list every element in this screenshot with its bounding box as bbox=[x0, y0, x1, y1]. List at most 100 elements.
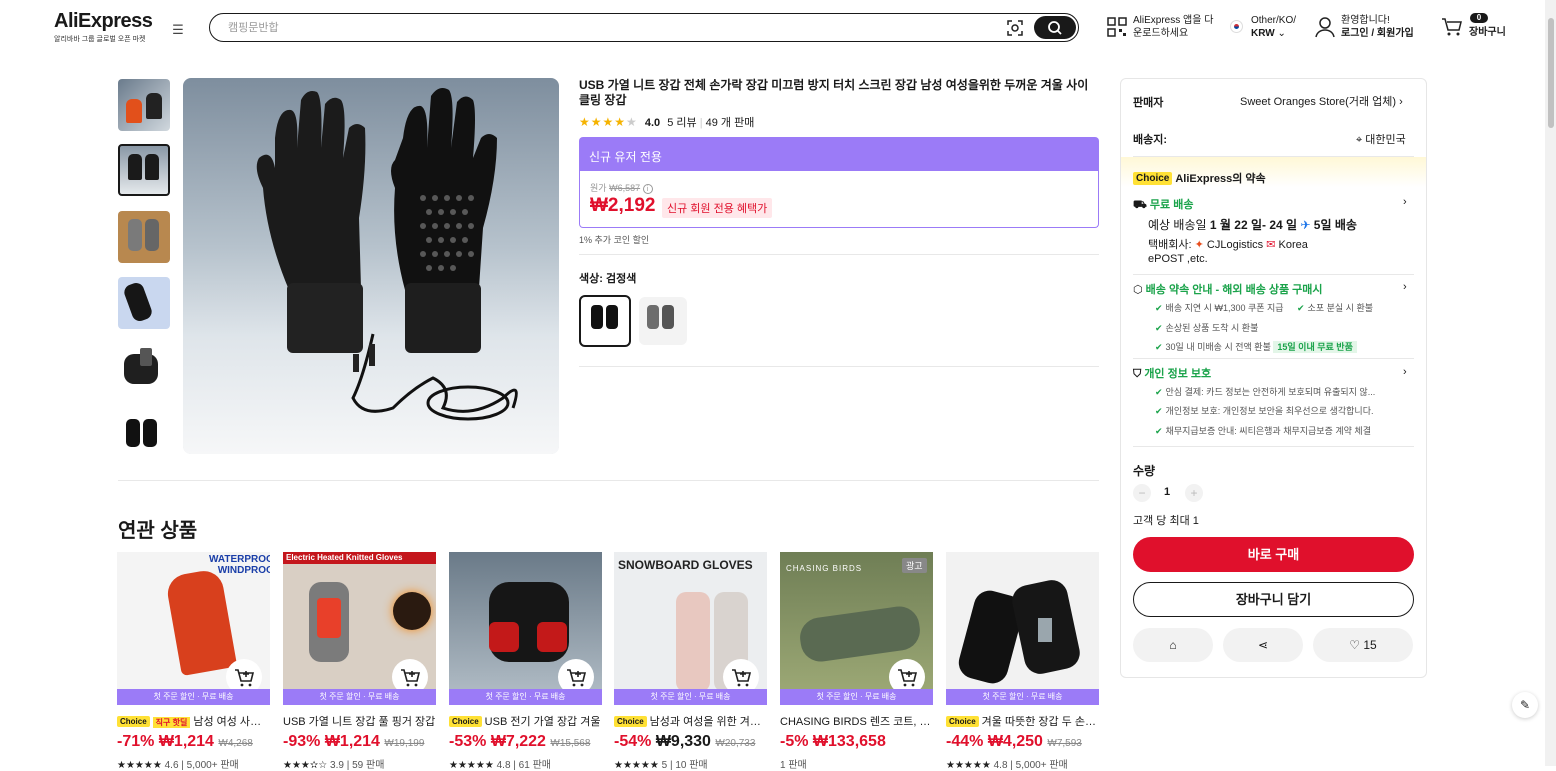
product-price: -44% ₩4,250 ₩7,593 bbox=[946, 733, 1082, 750]
star-rating-icon: ★★★★★ bbox=[579, 115, 638, 129]
product-rating: ★★★★★ 5 | 10 판매 bbox=[614, 760, 708, 771]
divider bbox=[1133, 358, 1414, 359]
ad-badge: 광고 bbox=[902, 558, 927, 573]
related-product-card[interactable]: 첫 주문 할인 · 무료 배송 Choice 겨울 따뜻한 장갑 두 손가락 -4… bbox=[946, 552, 1099, 771]
region-selector[interactable]: Other/KO/ KRW ⌄ bbox=[1251, 14, 1296, 40]
aliexpress-logo[interactable]: AliExpress bbox=[54, 10, 153, 33]
quantity-value[interactable]: 1 bbox=[1164, 486, 1170, 498]
check-icon: ✔ bbox=[1155, 342, 1163, 352]
first-order-band: 첫 주문 할인 · 무료 배송 bbox=[117, 689, 270, 705]
rating-row[interactable]: ★★★★★ 4.0 5 리뷰 | 49 개 판매 bbox=[579, 114, 754, 130]
search-button[interactable] bbox=[1034, 16, 1076, 39]
product-rating: ★★★★★ 4.8 | 5,000+ 판매 bbox=[946, 760, 1068, 771]
product-title: USB 가열 니트 장갑 전체 손가락 장갑 미끄럼 방지 터치 스크린 장갑 … bbox=[579, 78, 1089, 107]
thumbnail-3[interactable] bbox=[118, 211, 170, 263]
info-icon[interactable]: i bbox=[642, 184, 653, 194]
delivery-estimate: 예상 배송일 1 월 22 일- 24 일 ✈ 5일 배송 bbox=[1148, 218, 1357, 232]
search-icon bbox=[1048, 21, 1062, 35]
product-title: Choice USB 전기 가열 장갑 겨울 bbox=[449, 713, 602, 729]
qr-code-icon[interactable] bbox=[1107, 17, 1127, 37]
share-button[interactable]: ⋖ bbox=[1223, 628, 1303, 662]
divider bbox=[1133, 446, 1414, 447]
cart-icon[interactable] bbox=[1441, 17, 1463, 37]
location-pin-icon: ⌖ bbox=[1356, 134, 1363, 146]
related-product-card[interactable]: WATERPROOF WINDPROOF 첫 주문 할인 · 무료 배송 Cho… bbox=[117, 552, 270, 771]
divider bbox=[118, 480, 1099, 481]
divider bbox=[1133, 274, 1414, 275]
thumbnail-6[interactable] bbox=[118, 409, 170, 461]
color-option-gray[interactable] bbox=[639, 297, 687, 345]
cart-count-badge: 0 bbox=[1470, 13, 1488, 23]
plane-icon: ✈ bbox=[1300, 218, 1311, 232]
new-user-banner: 신규 유저 전용 bbox=[579, 137, 1099, 171]
seller-link[interactable]: Sweet Oranges Store(거래 업체) › bbox=[1240, 93, 1403, 109]
cart-label[interactable]: 장바구니 bbox=[1469, 26, 1506, 39]
promise-title: AliExpress의 약속 bbox=[1175, 173, 1266, 185]
check-icon: ✔ bbox=[1297, 303, 1305, 313]
menu-icon[interactable]: ☰ bbox=[170, 22, 186, 38]
divider bbox=[579, 366, 1099, 367]
choice-badge: Choice bbox=[1133, 172, 1173, 185]
color-label: 색상: 검정색 bbox=[579, 273, 637, 285]
edit-icon[interactable]: ✎ bbox=[1512, 692, 1538, 718]
chevron-right-icon[interactable]: › bbox=[1403, 366, 1407, 378]
product-rating: ★★★✫☆ 3.9 | 59 판매 bbox=[283, 760, 385, 771]
product-price: -54% ₩9,330 ₩20,733 bbox=[614, 733, 756, 750]
related-product-card[interactable]: Electric Heated Knitted Gloves 첫 주문 할인 ·… bbox=[283, 552, 436, 771]
korea-post-logo-icon: ✉ bbox=[1266, 239, 1276, 251]
thumbnail-1[interactable] bbox=[118, 79, 170, 131]
check-icon: ✔ bbox=[1155, 303, 1163, 313]
color-option-black[interactable] bbox=[579, 295, 631, 347]
related-products-title: 연관 상품 bbox=[118, 520, 198, 542]
promo-tag: 신규 회원 전용 혜택가 bbox=[662, 198, 773, 218]
chevron-right-icon[interactable]: › bbox=[1403, 281, 1407, 293]
shield-icon: ⛉ bbox=[1133, 368, 1142, 380]
related-product-card[interactable]: CHASING BIRDS 광고 첫 주문 할인 · 무료 배송 CHASING… bbox=[780, 552, 933, 771]
first-order-band: 첫 주문 할인 · 무료 배송 bbox=[449, 689, 602, 705]
user-icon[interactable] bbox=[1315, 16, 1335, 38]
chevron-right-icon[interactable]: › bbox=[1403, 196, 1407, 208]
buy-now-button[interactable]: 바로 구매 bbox=[1133, 537, 1414, 572]
product-price: -71% ₩1,214 ₩4,268 bbox=[117, 733, 253, 750]
privacy-row[interactable]: ⛉ 개인 정보 보호 bbox=[1133, 365, 1211, 381]
thumbnail-5[interactable] bbox=[118, 344, 170, 396]
quantity-limit: 고객 당 최대 1 bbox=[1133, 515, 1199, 527]
truck-icon: ⛟ bbox=[1133, 199, 1147, 211]
wishlist-button[interactable]: ♡ 15 bbox=[1313, 628, 1413, 662]
thumbnail-4[interactable] bbox=[118, 277, 170, 329]
related-product-card[interactable]: 첫 주문 할인 · 무료 배송 Choice USB 전기 가열 장갑 겨울 -5… bbox=[449, 552, 602, 771]
divider bbox=[579, 254, 1099, 255]
share-icon: ⋖ bbox=[1257, 638, 1269, 652]
price-box: 원가 ₩6,587 i ₩2,192 신규 회원 전용 혜택가 bbox=[579, 171, 1099, 228]
main-product-image[interactable] bbox=[183, 78, 559, 454]
check-icon: ✔ bbox=[1155, 387, 1163, 397]
add-to-cart-button[interactable]: 장바구니 담기 bbox=[1133, 582, 1414, 617]
search-input[interactable] bbox=[228, 19, 988, 37]
store-icon: ⌂ bbox=[1169, 638, 1177, 652]
logo-subtitle: 알리바바 그룹 글로벌 오픈 마켓 bbox=[54, 36, 146, 43]
product-title: Choice 겨울 따뜻한 장갑 두 손가락 bbox=[946, 713, 1099, 729]
coin-discount: 1% 추가 코인 할인 bbox=[579, 235, 650, 245]
quantity-increase-button[interactable]: + bbox=[1185, 484, 1203, 502]
carrier-info-etc: ePOST ,etc. bbox=[1148, 253, 1208, 265]
login-link[interactable]: 환영합니다! 로그인 / 회원가입 bbox=[1341, 14, 1414, 40]
thumbnail-2-selected[interactable] bbox=[118, 144, 170, 196]
scrollbar-thumb[interactable] bbox=[1548, 18, 1554, 128]
cj-logo-icon: ✦ bbox=[1194, 239, 1204, 251]
app-download-link[interactable]: AliExpress 앱을 다 운로드하세요 bbox=[1133, 14, 1213, 40]
gloves-illustration bbox=[256, 88, 518, 421]
product-rating: 1 판매 bbox=[780, 760, 807, 771]
ship-to-label: 배송지: bbox=[1133, 134, 1168, 146]
ship-to-value[interactable]: ⌖ 대한민국 bbox=[1356, 131, 1406, 147]
related-product-card[interactable]: SNOWBOARD GLOVES 첫 주문 할인 · 무료 배송 Choice 남… bbox=[614, 552, 767, 771]
product-title: Choice남성과 여성을 위한 겨울 장갑 bbox=[614, 713, 767, 729]
store-button[interactable]: ⌂ bbox=[1133, 628, 1213, 662]
quantity-decrease-button[interactable]: − bbox=[1133, 484, 1151, 502]
delivery-guarantee-row[interactable]: ⬡ 배송 약속 안내 - 해외 배송 상품 구매시 bbox=[1133, 281, 1323, 297]
free-shipping-row[interactable]: ⛟ 무료 배송 bbox=[1133, 196, 1193, 213]
product-price: -5% ₩133,658 bbox=[780, 733, 886, 750]
image-search-icon[interactable] bbox=[1006, 19, 1024, 37]
product-title: CHASING BIRDS 렌즈 코트, 카메라 bbox=[780, 716, 933, 728]
korea-flag-icon bbox=[1230, 20, 1243, 33]
first-order-band: 첫 주문 할인 · 무료 배송 bbox=[946, 689, 1099, 705]
